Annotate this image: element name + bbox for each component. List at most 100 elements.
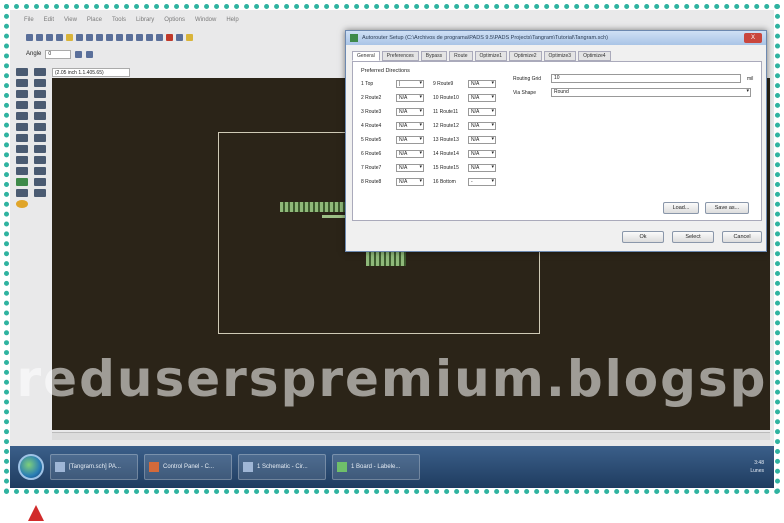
circle-tool-icon[interactable] (16, 156, 28, 164)
tab-preferences[interactable]: Preferences (381, 51, 419, 61)
component-tool-icon[interactable] (16, 178, 28, 186)
bus-tool-icon[interactable] (34, 101, 46, 109)
question-icon[interactable] (186, 33, 193, 41)
main-toolbar (10, 30, 350, 44)
direction-select[interactable]: N/A (468, 80, 496, 88)
direction-select[interactable]: N/A (468, 108, 496, 116)
help-icon[interactable] (66, 33, 73, 41)
arc-tool-icon[interactable] (34, 156, 46, 164)
rotate-icon[interactable] (75, 50, 83, 58)
new-icon[interactable] (26, 33, 33, 41)
tab-optimize2[interactable]: Optimize2 (509, 51, 542, 61)
layer-name: 4 Route4 (361, 123, 382, 129)
zoom-out-icon[interactable] (116, 33, 123, 41)
cut-icon[interactable] (76, 33, 83, 41)
tab-route[interactable]: Route (449, 51, 473, 61)
redo-icon[interactable] (156, 33, 163, 41)
layer-row: 4 Route4 N/A 12 Route12 N/A (361, 122, 496, 130)
open-icon[interactable] (36, 33, 43, 41)
dialog-title-bar[interactable]: Autorouter Setup (C:\Archivos de program… (346, 31, 766, 45)
direction-select[interactable]: N/A (468, 94, 496, 102)
tab-general[interactable]: General (352, 51, 380, 61)
taskbar-item-label: [Tangram.sch] PA... (69, 464, 121, 470)
undo-icon[interactable] (146, 33, 153, 41)
split-tool-icon[interactable] (34, 112, 46, 120)
menu-options[interactable]: Options (164, 17, 185, 23)
close-button[interactable]: X (744, 33, 762, 43)
select-button[interactable]: Select (672, 231, 714, 243)
copy-icon[interactable] (86, 33, 93, 41)
menu-library[interactable]: Library (136, 17, 154, 23)
taskbar-item[interactable]: [Tangram.sch] PA... (50, 454, 138, 480)
angle-select[interactable]: 0 (45, 49, 72, 59)
direction-select[interactable]: N/A (396, 94, 424, 102)
direction-select[interactable]: N/A (396, 178, 424, 186)
horizontal-scrollbar[interactable] (52, 432, 770, 440)
taskbar-item[interactable]: Control Panel - C... (144, 454, 232, 480)
zoom-in-icon[interactable] (106, 33, 113, 41)
menu-view[interactable]: View (64, 17, 77, 23)
start-button[interactable] (18, 454, 44, 480)
select-tool-icon[interactable] (16, 68, 28, 76)
cancel-button[interactable]: Cancel (722, 231, 762, 243)
drc-tool-icon[interactable] (16, 189, 28, 197)
wire-tool-icon[interactable] (16, 101, 28, 109)
direction-select[interactable]: N/A (396, 150, 424, 158)
layers-icon[interactable] (176, 33, 183, 41)
direction-select[interactable]: N/A (396, 164, 424, 172)
route-tool-icon[interactable] (16, 134, 28, 142)
tab-optimize4[interactable]: Optimize4 (578, 51, 611, 61)
menu-window[interactable]: Window (195, 17, 216, 23)
add-tool-icon[interactable] (16, 90, 28, 98)
menu-edit[interactable]: Edit (44, 17, 54, 23)
direction-select[interactable]: N/A (468, 150, 496, 158)
save-icon[interactable] (46, 33, 53, 41)
via-shape-select[interactable]: Round (551, 88, 751, 97)
rotate-tool-icon[interactable] (34, 79, 46, 87)
direction-select[interactable]: | (396, 80, 424, 88)
direction-select[interactable]: N/A (396, 122, 424, 130)
join-tool-icon[interactable] (16, 123, 28, 131)
window-icon (55, 462, 65, 472)
direction-select[interactable]: N/A (468, 164, 496, 172)
via-tool-icon[interactable] (34, 134, 46, 142)
delete-tool-icon[interactable] (16, 112, 28, 120)
paste-icon[interactable] (96, 33, 103, 41)
menu-file[interactable]: File (24, 17, 34, 23)
save-as-button[interactable]: Save as... (705, 202, 749, 214)
stop-icon[interactable] (166, 33, 173, 41)
direction-select[interactable]: N/A (468, 136, 496, 144)
menu-place[interactable]: Place (87, 17, 102, 23)
menu-tools[interactable]: Tools (112, 17, 126, 23)
hatch-tool-icon[interactable] (34, 178, 46, 186)
grid-icon[interactable] (86, 50, 94, 58)
taskbar-item[interactable]: 1 Schematic - Cir... (238, 454, 326, 480)
info-tool-icon[interactable] (16, 200, 28, 208)
print-icon[interactable] (56, 33, 63, 41)
direction-select[interactable]: N/A (396, 108, 424, 116)
tab-optimize1[interactable]: Optimize1 (474, 51, 508, 61)
line-tool-icon[interactable] (16, 145, 28, 153)
report-tool-icon[interactable] (34, 189, 46, 197)
direction-select[interactable]: N/A (468, 122, 496, 130)
pan-tool-icon[interactable] (34, 68, 46, 76)
move-tool-icon[interactable] (16, 79, 28, 87)
flip-tool-icon[interactable] (34, 90, 46, 98)
ok-button[interactable]: Ok (622, 231, 664, 243)
via-shape-label: Via Shape (513, 89, 536, 96)
zoom-fit-icon[interactable] (136, 33, 143, 41)
tab-bypass[interactable]: Bypass (420, 51, 448, 61)
taskbar-item[interactable]: 1 Board - Labele... (332, 454, 420, 480)
preferred-directions-title: Preferred Directions (361, 68, 410, 74)
zoom-area-icon[interactable] (126, 33, 133, 41)
measure-tool-icon[interactable] (34, 123, 46, 131)
menu-help[interactable]: Help (226, 17, 238, 23)
copper-tool-icon[interactable] (16, 167, 28, 175)
text-tool-icon[interactable] (34, 145, 46, 153)
tab-optimize3[interactable]: Optimize3 (543, 51, 577, 61)
routing-grid-input[interactable]: 10 (551, 74, 741, 83)
load-button[interactable]: Load... (663, 202, 699, 214)
direction-select[interactable]: - (468, 178, 496, 186)
area-tool-icon[interactable] (34, 167, 46, 175)
direction-select[interactable]: N/A (396, 136, 424, 144)
